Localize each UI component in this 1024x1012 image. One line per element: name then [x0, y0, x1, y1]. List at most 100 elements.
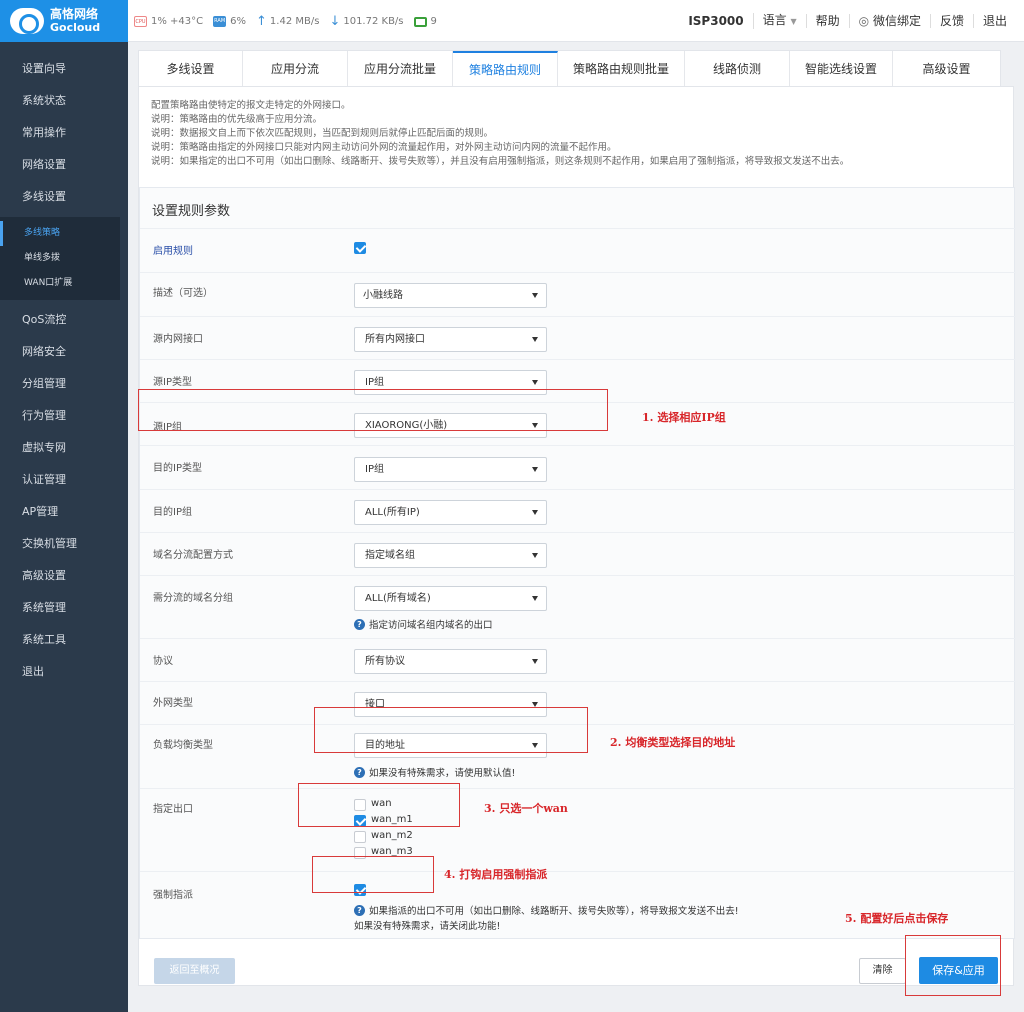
tab-app-split-batch[interactable]: 应用分流批量 [348, 51, 453, 86]
feedback-link[interactable]: 反馈 [929, 14, 973, 28]
wechat-bind-link[interactable]: ◎ 微信绑定 [848, 14, 930, 28]
annotation-step-5: 5. 配置好后点击保存 [845, 912, 949, 925]
lb-help-text: 如果没有特殊需求，请使用默认值! [369, 768, 516, 779]
model-label: ISP3000 [688, 14, 744, 28]
outlet-label: 指定出口 [153, 804, 193, 815]
tab-multiline-settings[interactable]: 多线设置 [139, 51, 243, 86]
sidebar-subitem-single-line-multidial[interactable]: 单线多拨 [0, 246, 120, 271]
sidebar-subitem-multiline-policy[interactable]: 多线策略 [0, 221, 120, 246]
brand-name-cn: 高恪网络 [50, 7, 99, 21]
sidebar-item-network-settings[interactable]: 网络设置 [0, 149, 128, 181]
sidebar-item-qos[interactable]: QoS流控 [0, 304, 128, 336]
tab-smart-line-settings[interactable]: 智能选线设置 [790, 51, 893, 86]
sidebar-item-logout[interactable]: 退出 [0, 656, 128, 688]
highlight-box-load-balance [314, 707, 588, 753]
tab-advanced-settings[interactable]: 高级设置 [893, 51, 1000, 86]
logo[interactable]: 高恪网络 Gocloud [0, 0, 128, 42]
protocol-select[interactable]: 所有协议 [354, 649, 547, 674]
help-link[interactable]: 帮助 [805, 14, 849, 28]
sidebar-item-setup-wizard[interactable]: 设置向导 [0, 53, 128, 85]
domain-mode-select[interactable]: 指定域名组 [354, 543, 547, 568]
row-dst-ip-type: 目的IP类型 IP组 [140, 445, 1016, 489]
highlight-box-outlet [298, 783, 460, 827]
monitor-icon [413, 16, 427, 27]
sidebar-item-behavior-management[interactable]: 行为管理 [0, 400, 128, 432]
protocol-value: 所有协议 [365, 656, 405, 667]
sidebar-subitem-wan-expand[interactable]: WAN口扩展 [0, 271, 120, 296]
wechat-bind-label: 微信绑定 [872, 14, 921, 28]
desc-value: 小融线路 [363, 290, 403, 301]
sidebar-item-system-tools[interactable]: 系统工具 [0, 624, 128, 656]
annotation-step-4: 4. 打钩启用强制指派 [444, 868, 548, 881]
domain-group-value: ALL(所有域名) [365, 593, 431, 604]
src-iface-value: 所有内网接口 [365, 334, 425, 345]
question-icon: ? [354, 766, 365, 778]
tab-line-detection[interactable]: 线路侦测 [685, 51, 790, 86]
force-help: ? 如果指派的出口不可用（如出口删除、线路断开、拨号失败等），将导致报文发送不出去… [354, 903, 739, 917]
annotation-step-2: 2. 均衡类型选择目的地址 [610, 736, 736, 749]
desc-label: 描述（可选） [153, 288, 213, 299]
src-iface-label: 源内网接口 [153, 334, 203, 345]
dst-ip-type-select[interactable]: IP组 [354, 457, 547, 482]
cpu-icon: CPU [134, 16, 147, 27]
dst-ip-group-value: ALL(所有IP) [365, 507, 420, 518]
src-iface-select[interactable]: 所有内网接口 [354, 327, 547, 352]
lb-help: ? 如果没有特殊需求，请使用默认值! [354, 765, 515, 779]
notes: 配置策略路由使特定的报文走特定的外网接口。 说明：策略路由的优先级高于应用分流。… [151, 99, 849, 169]
top-bar: 高恪网络 Gocloud CPU 1% +43°C RAM 6% ↑ 1.42 MB/… [0, 0, 1024, 42]
sidebar-item-auth-management[interactable]: 认证管理 [0, 464, 128, 496]
domain-mode-label: 域名分流配置方式 [153, 550, 233, 561]
enable-checkbox[interactable] [354, 242, 366, 254]
sidebar-item-vpn[interactable]: 虚拟专网 [0, 432, 128, 464]
status-bar: CPU 1% +43°C RAM 6% ↑ 1.42 MB/s ↓ 101.72 KB/… [134, 14, 447, 29]
clear-button[interactable]: 清除 [859, 958, 906, 984]
sidebar-item-system-management[interactable]: 系统管理 [0, 592, 128, 624]
brand-name-en: Gocloud [50, 21, 101, 34]
annotation-step-3: 3. 只选一个wan [484, 802, 568, 815]
domain-group-select[interactable]: ALL(所有域名) [354, 586, 547, 611]
tab-app-split[interactable]: 应用分流 [243, 51, 348, 86]
upload-stat: 1.42 MB/s [269, 16, 320, 27]
sidebar-item-system-status[interactable]: 系统状态 [0, 85, 128, 117]
sidebar-item-switch-management[interactable]: 交换机管理 [0, 528, 128, 560]
dst-ip-group-label: 目的IP组 [153, 507, 192, 518]
cpu-stat: 1% +43°C [151, 16, 204, 27]
force-label: 强制指派 [153, 890, 193, 901]
note-line: 配置策略路由使特定的报文走特定的外网接口。 [151, 100, 351, 111]
sidebar-item-ap-management[interactable]: AP管理 [0, 496, 128, 528]
rule-form: 设置规则参数 启用规则 描述（可选） 小融线路 源内网接口 所有内网接口 源IP… [139, 187, 1016, 940]
sidebar-item-advanced-settings[interactable]: 高级设置 [0, 560, 128, 592]
tab-policy-route-rules[interactable]: 策略路由规则 [453, 51, 558, 86]
domain-group-label: 需分流的域名分组 [153, 593, 233, 604]
sidebar-item-multiline-settings[interactable]: 多线设置 [0, 181, 128, 213]
sidebar-item-group-management[interactable]: 分组管理 [0, 368, 128, 400]
language-menu[interactable]: 语言 ▼ [752, 13, 806, 29]
logout-link[interactable]: 退出 [972, 14, 1016, 28]
force-help-text: 如果指派的出口不可用（如出口删除、线路断开、拨号失败等），将导致报文发送不出去! [369, 906, 739, 917]
row-dst-ip-group: 目的IP组 ALL(所有IP) [140, 489, 1016, 532]
note-line: 说明：如果指定的出口不可用（如出口删除、线路断开、拨号失败等），并且没有启用强制… [151, 156, 850, 167]
outlet-name: wan_m2 [371, 830, 413, 841]
domain-mode-value: 指定域名组 [365, 550, 415, 561]
row-enable: 启用规则 [140, 228, 1016, 272]
sidebar-item-common-ops[interactable]: 常用操作 [0, 117, 128, 149]
section-title: 设置规则参数 [152, 204, 231, 219]
note-line: 说明：策略路由指定的外网接口只能对内网主动访问外网的流量起作用，对外网主动访问内… [151, 142, 617, 153]
gocloud-logo-icon [10, 8, 44, 34]
dst-ip-type-label: 目的IP类型 [153, 463, 202, 474]
force-help-2: 如果没有特殊需求，请关闭此功能! [354, 921, 501, 932]
desc-input[interactable]: 小融线路 [354, 283, 547, 308]
top-links: ISP3000 语言 ▼ 帮助 ◎ 微信绑定 反馈 退出 [679, 0, 1016, 42]
wan-type-label: 外网类型 [153, 698, 193, 709]
note-line: 说明：数据报文自上而下依次匹配规则，当匹配到规则后就停止匹配后面的规则。 [151, 128, 494, 139]
ram-stat: 6% [230, 16, 247, 27]
row-force-assign: 强制指派 ? 如果指派的出口不可用（如出口删除、线路断开、拨号失败等），将导致报文… [140, 871, 1016, 940]
row-domain-mode: 域名分流配置方式 指定域名组 [140, 532, 1016, 575]
tab-policy-route-batch[interactable]: 策略路由规则批量 [558, 51, 685, 86]
question-icon: ? [354, 904, 365, 916]
domain-group-help-text: 指定访问域名组内域名的出口 [369, 620, 493, 631]
sidebar-item-network-security[interactable]: 网络安全 [0, 336, 128, 368]
outlet-checkbox-wan-m2[interactable] [354, 831, 366, 843]
dst-ip-group-select[interactable]: ALL(所有IP) [354, 500, 547, 525]
back-to-overview-button[interactable]: 返回至概况 [154, 958, 235, 984]
